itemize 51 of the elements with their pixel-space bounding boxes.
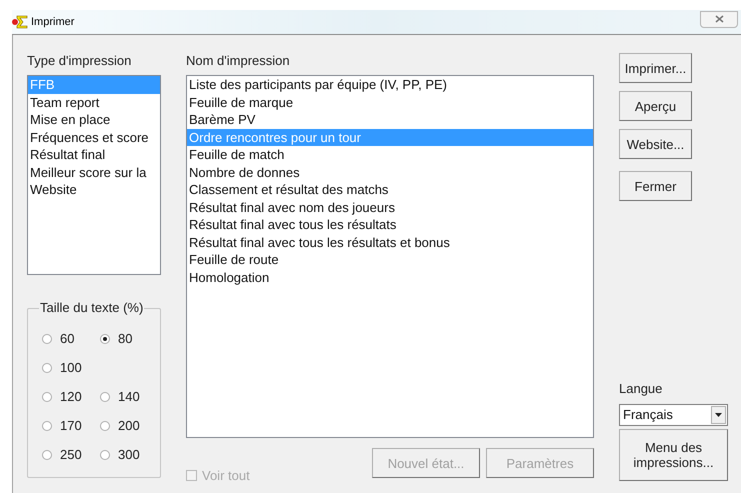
list-item[interactable]: Résultat final avec nom des joueurs [187, 198, 593, 216]
list-label: Type d'impression [27, 53, 132, 69]
window-title: Imprimer [31, 14, 74, 30]
list-item[interactable]: Website [28, 181, 160, 198]
checkbox-label: Voir tout [202, 467, 250, 485]
list-item[interactable]: Feuille de match [187, 146, 593, 164]
radio-label: 300 [118, 446, 140, 464]
radio-label: 200 [118, 416, 140, 435]
list-item[interactable]: Team report [28, 94, 160, 111]
radio-label: 80 [118, 330, 132, 348]
list-item[interactable]: Meilleur score sur la [28, 164, 160, 181]
radio-button[interactable] [42, 362, 52, 372]
dialog-button[interactable]: Menu des impressions... [619, 429, 728, 481]
radio-label: 100 [60, 358, 82, 377]
dialog-button[interactable]: Aperçu [619, 91, 692, 121]
list-item[interactable]: Résultat final avec tous les résultats et bonus [187, 234, 593, 251]
radio-button[interactable] [100, 334, 110, 344]
close-icon [714, 15, 724, 23]
radio-button[interactable] [42, 420, 52, 430]
radio-button[interactable] [42, 450, 52, 460]
dialog-button[interactable]: Imprimer... [619, 53, 692, 83]
list-item[interactable]: Fréquences et score [28, 128, 160, 146]
close-button[interactable] [700, 10, 738, 28]
radio-button[interactable] [100, 420, 110, 430]
list-item[interactable]: Homologation [187, 268, 593, 286]
list-item[interactable]: Résultat final [28, 146, 160, 164]
list-item[interactable]: Résultat final avec tous les résultats [187, 216, 593, 234]
sigma-icon [12, 15, 28, 29]
radio-button[interactable] [100, 392, 110, 402]
radio-button[interactable] [42, 334, 52, 344]
list-label: Nom d'impression [186, 53, 291, 69]
list-item[interactable]: Nombre de donnes [187, 164, 593, 181]
group-label: Taille du texte (%) [39, 300, 144, 316]
radio-label: 120 [60, 388, 82, 406]
list-item[interactable]: Feuille de marque [187, 94, 593, 111]
radio-label: 250 [60, 446, 82, 464]
dropdown-arrow-icon [715, 413, 722, 417]
list-item[interactable]: Liste des participants par équipe (IV, PP, PE) [187, 76, 593, 94]
list-item[interactable]: Mise en place [28, 111, 160, 128]
radio-button[interactable] [42, 392, 52, 402]
radio-button[interactable] [100, 450, 110, 460]
radio-label: 170 [60, 416, 82, 435]
dialog-button[interactable]: Fermer [619, 171, 692, 201]
radio-label: 140 [118, 388, 140, 406]
language-label: Langue [619, 381, 664, 397]
language-select[interactable]: Français [619, 404, 728, 426]
radio-label: 60 [60, 330, 74, 348]
list-item[interactable]: Classement et résultat des matchs [187, 181, 593, 198]
dialog-button[interactable]: Website... [619, 129, 692, 159]
list-item[interactable]: Feuille de route [187, 251, 593, 268]
list-item[interactable]: Barème PV [187, 111, 593, 128]
